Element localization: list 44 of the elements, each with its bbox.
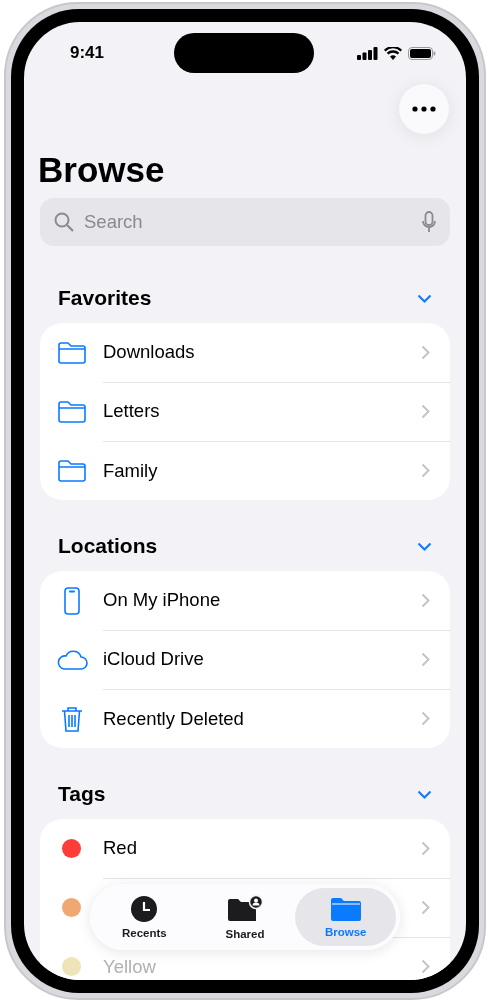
chevron-icon [421, 959, 430, 974]
chevron-icon [421, 711, 430, 726]
section-title: Tags [58, 782, 106, 806]
folder-icon [56, 458, 87, 483]
chevron-icon [421, 344, 430, 360]
list-item-label[interactable]: Family [103, 459, 158, 482]
list-item-label[interactable]: iCloud Drive [103, 648, 204, 670]
signal-icon [357, 46, 378, 60]
collapse-chevron-icon[interactable] [417, 293, 432, 303]
tab[interactable]: Shared [194, 888, 296, 946]
page-title: Browse [38, 149, 166, 191]
search-icon [54, 212, 74, 232]
folder-icon [56, 340, 87, 365]
status-time: 9:41 [70, 43, 105, 63]
section-title: Locations [58, 534, 158, 558]
collapse-chevron-icon[interactable] [417, 789, 432, 799]
section-title: Favorites [58, 286, 152, 310]
battery-icon [408, 46, 436, 60]
folder-icon [56, 399, 87, 424]
list-item-label[interactable]: Downloads [103, 341, 195, 363]
list-item-label[interactable]: Red [103, 837, 137, 859]
chevron-icon [421, 403, 430, 419]
chevron-icon [421, 899, 430, 915]
more-icon [412, 106, 436, 112]
phone-icon [63, 586, 80, 615]
wifi-icon [384, 46, 402, 60]
list-item-label[interactable]: Letters [103, 400, 160, 422]
chevron-icon [421, 463, 430, 478]
clock-icon [131, 895, 158, 922]
trash-icon [59, 704, 84, 733]
tab[interactable]: Recents [94, 888, 195, 946]
list-item-label[interactable]: On My iPhone [103, 589, 221, 611]
more-button[interactable] [399, 84, 449, 134]
microphone-icon[interactable] [422, 211, 436, 233]
chevron-icon [421, 651, 430, 667]
chevron-icon [421, 592, 430, 608]
collapse-chevron-icon[interactable] [417, 541, 432, 551]
search-field[interactable]: Search [40, 198, 450, 246]
cloud-icon [55, 648, 88, 671]
list-item-label[interactable]: Recently Deleted [103, 707, 244, 730]
chevron-icon [421, 840, 430, 856]
shared-folder-icon [227, 894, 263, 923]
folder-icon [330, 896, 361, 921]
search-input[interactable]: Search [84, 211, 412, 233]
